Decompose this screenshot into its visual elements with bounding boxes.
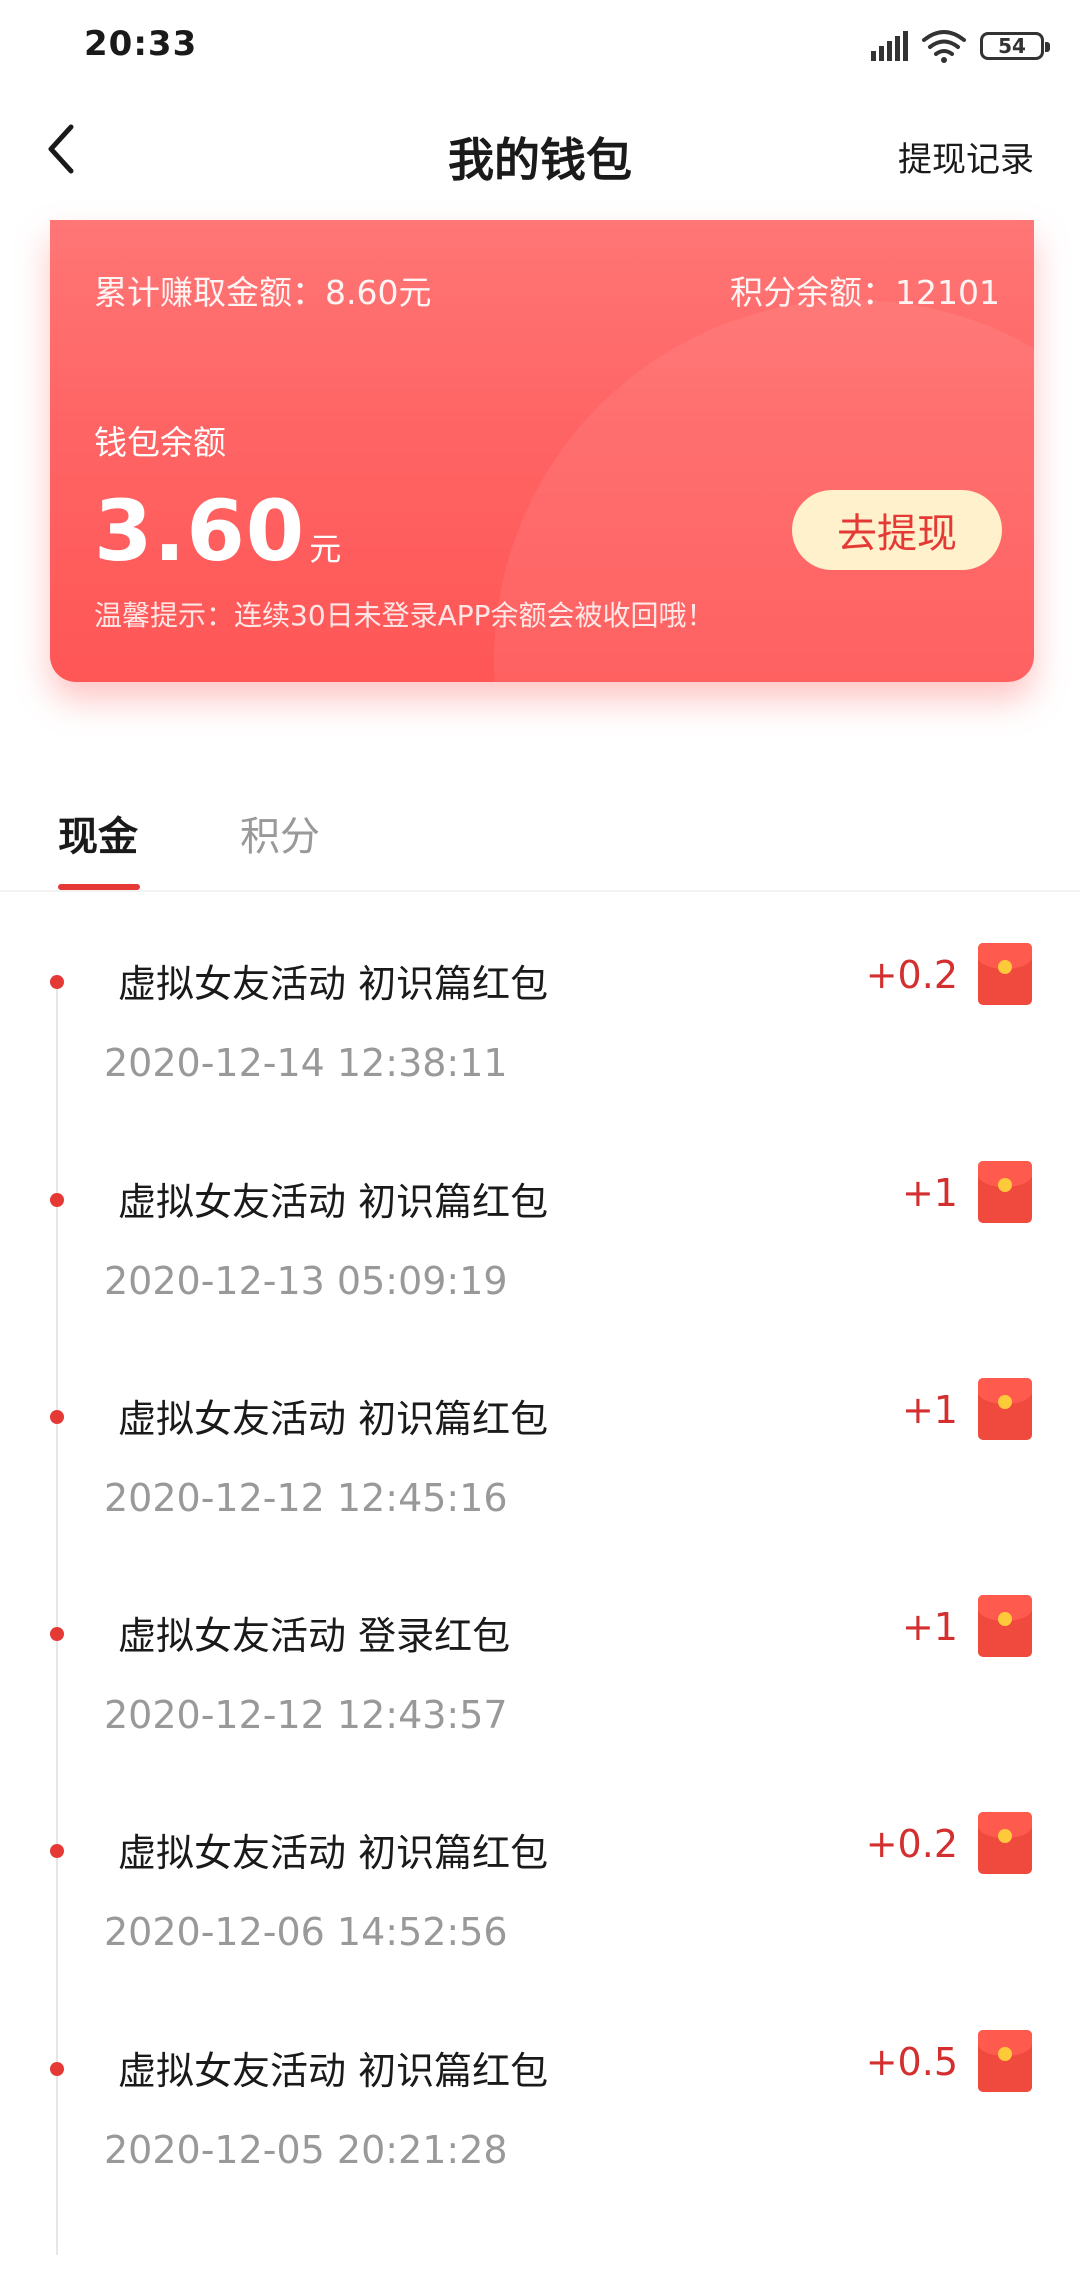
balance-amount: 3.60 元 [94,482,341,580]
status-icons: 54 [871,28,1050,64]
withdraw-records-link[interactable]: 提现记录 [898,132,1034,181]
item-title: 虚拟女友活动 初识篇红包 [118,1397,549,1441]
red-packet-icon [978,1595,1032,1657]
timeline-dot [50,1844,64,1858]
timeline-dot [50,2062,64,2076]
timeline-dot [50,1410,64,1424]
red-packet-icon [978,943,1032,1005]
list-item[interactable]: 虚拟女友活动 登录红包 2020-12-12 12:43:57 +1 [0,1595,1080,1845]
red-packet-icon [978,1812,1032,1874]
header: 我的钱包 提现记录 [0,100,1080,210]
item-time: 2020-12-06 14:52:56 [104,1910,508,1954]
battery-icon: 54 [980,32,1050,60]
balance-unit: 元 [309,530,342,568]
signal-icon [871,31,908,61]
status-time: 20:33 [84,24,198,64]
item-amount: +1 [901,1605,958,1649]
tab-bar: 现金 积分 [0,790,1080,892]
item-amount: +1 [901,1388,958,1432]
withdraw-button[interactable]: 去提现 [792,490,1002,570]
red-packet-icon [978,2030,1032,2092]
red-packet-icon [978,1161,1032,1223]
wifi-icon [922,30,966,63]
item-time: 2020-12-14 12:38:11 [104,1041,508,1085]
timeline-dot [50,975,64,989]
balance-label: 钱包余额 [94,423,226,462]
list-item[interactable]: 虚拟女友活动 初识篇红包 2020-12-05 20:21:28 +0.5 [0,2030,1080,2280]
list-item[interactable]: 虚拟女友活动 初识篇红包 2020-12-06 14:52:56 +0.2 [0,1812,1080,2062]
active-tab-indicator [58,884,140,890]
tab-cash[interactable]: 现金 [58,804,138,862]
list-item[interactable]: 虚拟女友活动 初识篇红包 2020-12-12 12:45:16 +1 [0,1378,1080,1628]
item-amount: +0.2 [865,1822,958,1866]
item-title: 虚拟女友活动 初识篇红包 [118,962,549,1006]
wallet-card: 累计赚取金额：8.60元 积分余额：12101 钱包余额 3.60 元 去提现 … [50,220,1034,682]
timeline-dot [50,1627,64,1641]
red-packet-icon [978,1378,1032,1440]
item-title: 虚拟女友活动 初识篇红包 [118,1180,549,1224]
tip-text: 温馨提示：连续30日未登录APP余额会被收回哦！ [94,599,715,632]
item-title: 虚拟女友活动 初识篇红包 [118,1831,549,1875]
total-earned: 累计赚取金额：8.60元 [94,273,432,312]
item-amount: +0.5 [865,2040,958,2084]
item-time: 2020-12-13 05:09:19 [104,1259,508,1303]
tab-points[interactable]: 积分 [240,804,320,862]
timeline-dot [50,1193,64,1207]
list-item[interactable]: 虚拟女友活动 初识篇红包 2020-12-13 05:09:19 +1 [0,1161,1080,1411]
item-amount: +1 [901,1171,958,1215]
item-title: 虚拟女友活动 登录红包 [118,1614,511,1658]
list-item[interactable]: 虚拟女友活动 初识篇红包 2020-12-14 12:38:11 +0.2 [0,943,1080,1193]
item-time: 2020-12-05 20:21:28 [104,2128,508,2172]
status-bar: 20:33 54 [0,0,1080,92]
points-balance: 积分余额：12101 [730,273,1000,312]
item-amount: +0.2 [865,953,958,997]
item-time: 2020-12-12 12:45:16 [104,1476,508,1520]
item-time: 2020-12-12 12:43:57 [104,1693,508,1737]
item-title: 虚拟女友活动 初识篇红包 [118,2049,549,2093]
balance-value: 3.60 [94,482,306,580]
